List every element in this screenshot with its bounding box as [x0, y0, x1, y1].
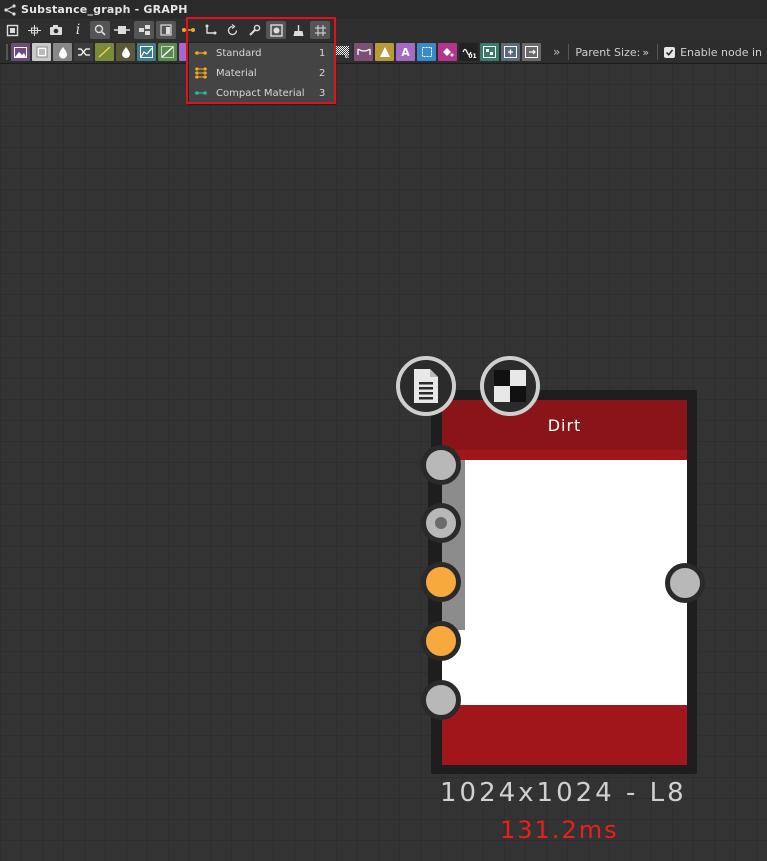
menu-item-shortcut: 1: [319, 47, 326, 59]
node-title: Dirt: [547, 416, 582, 435]
node-footer: [442, 705, 687, 765]
menu-item-shortcut: 2: [319, 67, 326, 79]
input-port[interactable]: [421, 562, 461, 602]
atomic-nodes-toolbar: 01 A 01 » Parent Size: » Enable node in: [0, 41, 767, 64]
parent-size-label: Parent Size:: [575, 45, 641, 59]
text-glyph: A: [401, 45, 410, 59]
fx-map-icon[interactable]: [480, 43, 499, 61]
window-title: Substance_graph - GRAPH: [21, 3, 188, 16]
search-icon[interactable]: [90, 21, 110, 39]
menu-item-label: Material: [216, 67, 257, 79]
directional-warp-icon[interactable]: [375, 43, 394, 61]
menu-item-label: Compact Material: [216, 87, 305, 99]
output-icon[interactable]: [522, 43, 541, 61]
output-port[interactable]: [665, 563, 705, 603]
standard-connector-icon: [189, 49, 213, 57]
menu-item-material[interactable]: Material 2: [189, 63, 335, 83]
toolbar-overflow-button[interactable]: »: [553, 45, 560, 59]
title-bar: Substance_graph - GRAPH: [0, 0, 767, 19]
node-thumbnail[interactable]: [465, 460, 687, 705]
graph-icon: [4, 3, 16, 16]
input-port[interactable]: [421, 680, 461, 720]
fill-icon[interactable]: [53, 43, 72, 61]
node-compute-time: 131.2ms: [500, 816, 619, 844]
gradient-curve-icon[interactable]: [95, 43, 114, 61]
camera-icon[interactable]: [46, 21, 66, 39]
graph-toolbar: i: [0, 19, 767, 41]
layout-icon[interactable]: [156, 21, 176, 39]
enable-node-checkbox[interactable]: [664, 46, 676, 58]
input-port[interactable]: [421, 621, 461, 661]
menu-item-compact-material[interactable]: Compact Material 3: [189, 83, 335, 103]
input-port[interactable]: [421, 445, 461, 485]
transform-icon[interactable]: [417, 43, 436, 61]
text-icon[interactable]: A: [396, 43, 415, 61]
info-icon[interactable]: i: [68, 21, 88, 39]
blend-icon[interactable]: [179, 43, 187, 61]
refresh-icon[interactable]: [222, 21, 242, 39]
checker-pattern-icon[interactable]: [480, 356, 540, 416]
toolbar-grip: [6, 44, 8, 60]
connector-style-menu: Standard 1 Material 2 Compact Material 3: [188, 42, 336, 105]
shuffle-icon[interactable]: [74, 43, 93, 61]
hsl-icon[interactable]: [116, 43, 135, 61]
port-center-dot: [435, 517, 447, 529]
preview-icon[interactable]: [266, 21, 286, 39]
info-glyph: i: [75, 22, 81, 38]
uniform-color-icon[interactable]: [32, 43, 51, 61]
node-header-accent: [442, 450, 687, 460]
node-resolution: 1024x1024 - L8: [440, 778, 687, 808]
levels-icon[interactable]: [137, 43, 156, 61]
pixel-processor-bit-label: 01: [468, 52, 477, 60]
image-input-icon[interactable]: [11, 43, 30, 61]
pixel-processor-icon[interactable]: 01: [459, 43, 478, 61]
link-icon[interactable]: [112, 21, 132, 39]
input-port[interactable]: [421, 503, 461, 543]
frame-all-icon[interactable]: [2, 21, 22, 39]
svg-text:01: 01: [345, 54, 349, 58]
grid-snap-icon[interactable]: [310, 21, 330, 39]
enable-node-label: Enable node in: [680, 45, 763, 59]
menu-item-label: Standard: [216, 47, 262, 59]
value-processor-icon[interactable]: [501, 43, 520, 61]
fill-bucket-icon[interactable]: [438, 43, 457, 61]
toolbar-separator: [568, 44, 570, 60]
material-connector-icon: [189, 66, 213, 80]
menu-item-standard[interactable]: Standard 1: [189, 43, 335, 63]
menu-item-shortcut: 3: [319, 87, 326, 99]
fit-view-icon[interactable]: [24, 21, 44, 39]
connector-style-icon[interactable]: [178, 21, 198, 39]
warp-icon[interactable]: [354, 43, 373, 61]
path-icon[interactable]: [200, 21, 220, 39]
compact-material-connector-icon: [189, 89, 213, 97]
curve-icon[interactable]: [158, 43, 177, 61]
toolbar-separator: [657, 44, 659, 60]
parent-size-dropdown[interactable]: »: [642, 46, 649, 59]
cleanup-icon[interactable]: [288, 21, 308, 39]
document-icon[interactable]: [396, 356, 456, 416]
tools-icon[interactable]: [244, 21, 264, 39]
node-input-strip: [442, 460, 465, 630]
align-icon[interactable]: [134, 21, 154, 39]
